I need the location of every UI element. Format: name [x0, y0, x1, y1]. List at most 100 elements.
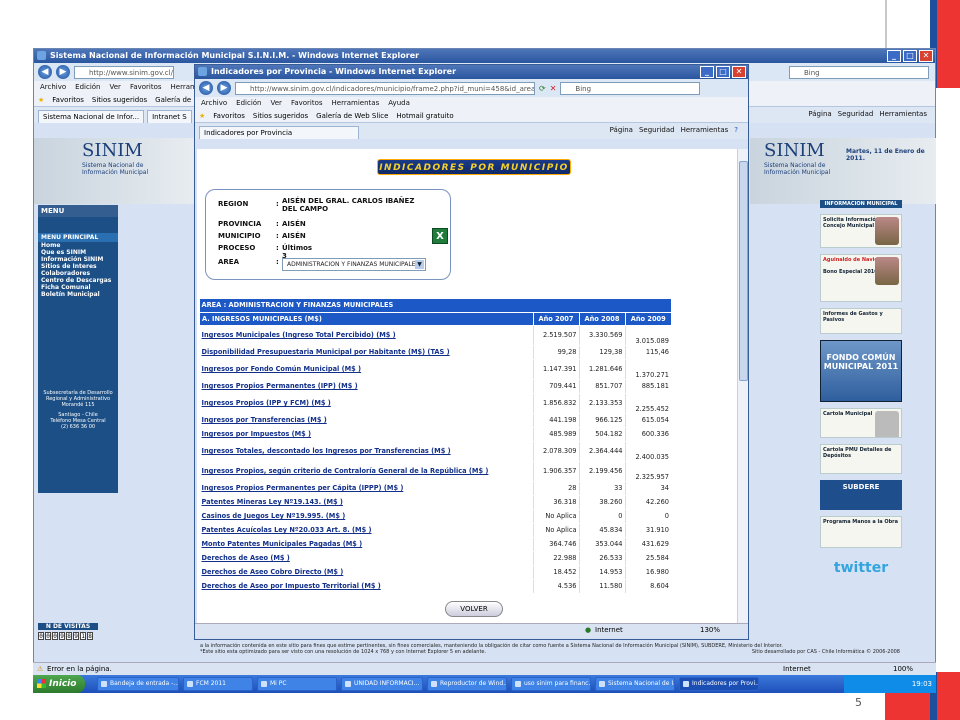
menu-edicion[interactable]: Edición [75, 83, 100, 91]
popup-menu-ver[interactable]: Ver [271, 99, 282, 107]
volver-button[interactable]: VOLVER [445, 601, 503, 617]
area-select[interactable]: ADMINISTRACION Y FINANZAS MUNICIPALES ▼ [282, 258, 426, 271]
table-header-indicator: A. INGRESOS MUNICIPALES (M$) [199, 312, 533, 326]
indicator-link[interactable]: Ingresos Totales, descontado los Ingreso… [199, 441, 533, 462]
outer-zoom[interactable]: 100% [893, 665, 913, 673]
cartola-pmu-banner[interactable]: Cartola PMU Detalles de Depósitos [820, 444, 902, 474]
help-icon[interactable]: ? [734, 126, 738, 134]
concejo-banner[interactable]: Solicita Información Concejo Municipal [820, 214, 902, 248]
indicator-link[interactable]: Ingresos Propios Permanentes per Cápita … [199, 481, 533, 496]
menu-item-informacion[interactable]: Información SINIM [38, 256, 118, 263]
popup-menu-edicion[interactable]: Edición [236, 99, 261, 107]
popup-address-bar[interactable]: http://www.sinim.gov.cl/indicadores/muni… [235, 81, 535, 95]
menu-item-boletin[interactable]: Boletín Municipal [38, 291, 118, 298]
manos-obra-banner[interactable]: Programa Manos a la Obra [820, 516, 902, 548]
table-row: Derechos de Aseo Cobro Directo (M$ ) 18.4… [199, 565, 671, 580]
menu-archivo[interactable]: Archivo [40, 83, 66, 91]
popup-fav-gallery[interactable]: Galería de Web Slice [316, 112, 388, 120]
popup-menu-ayuda[interactable]: Ayuda [388, 99, 410, 107]
cartola-banner[interactable]: Cartola Municipal [820, 408, 902, 438]
popup-back-icon[interactable]: ◀ [199, 81, 213, 95]
taskbar-item[interactable]: UNIDAD INFORMACI... [341, 677, 423, 691]
excel-export-icon[interactable]: X [432, 228, 448, 244]
close-button[interactable]: ✕ [919, 50, 933, 62]
indicator-link[interactable]: Derechos de Aseo (M$ ) [199, 551, 533, 566]
indicator-link[interactable]: Ingresos por Impuestos (M$ ) [199, 427, 533, 442]
refresh-icon[interactable]: ⟳ [539, 84, 546, 93]
tools-menu[interactable]: Herramientas [879, 110, 927, 118]
popup-favorites-button[interactable]: Favoritos [213, 112, 245, 120]
menu-item-sitios[interactable]: Sitios de Interes [38, 263, 118, 270]
indicator-link[interactable]: Disponibilidad Presupuestaria Municipal … [199, 345, 533, 360]
menu-item-que-es[interactable]: Que es SINIM [38, 249, 118, 256]
star-icon: ★ [38, 95, 45, 104]
indicator-link[interactable]: Patentes Acuícolas Ley Nº20.033 Art. 8. … [199, 523, 533, 538]
indicator-link[interactable]: Monto Patentes Municipales Pagadas (M$ ) [199, 537, 533, 552]
indicator-link[interactable]: Ingresos Propios, según criterio de Cont… [199, 461, 533, 482]
popup-menu-herramientas[interactable]: Herramientas [332, 99, 380, 107]
popup-tools-menu[interactable]: Herramientas [681, 126, 729, 134]
page-menu[interactable]: Página [808, 110, 831, 118]
indicator-link[interactable]: Ingresos Propios (IPP y FCM) (M$ ) [199, 393, 533, 414]
indicator-link[interactable]: Ingresos por Transferencias (M$ ) [199, 413, 533, 428]
outer-tab-sinim[interactable]: Sistema Nacional de Infor... [38, 110, 145, 123]
menu-item-ficha[interactable]: Ficha Comunal [38, 284, 118, 291]
fav-gallery[interactable]: Galería de [155, 96, 191, 104]
popup-fav-suggested[interactable]: Sitios sugeridos [253, 112, 308, 120]
maximize-button[interactable]: □ [903, 50, 917, 62]
fondo-comun-banner[interactable]: FONDO COMÚN MUNICIPAL 2011 [820, 340, 902, 402]
popup-zoom[interactable]: 130% [700, 626, 720, 634]
stop-icon[interactable]: ✕ [550, 84, 557, 93]
popup-menu-favoritos[interactable]: Favoritos [291, 99, 323, 107]
twitter-logo[interactable]: twitter [820, 560, 902, 576]
menu-item-colaboradores[interactable]: Colaboradores [38, 270, 118, 277]
taskbar-item[interactable]: uso sinim para financ... [511, 677, 591, 691]
start-button[interactable]: Inicio [33, 675, 85, 693]
back-icon[interactable]: ◀ [38, 65, 52, 79]
outer-tab-intranet[interactable]: Intranet S [147, 110, 192, 123]
indicator-link[interactable]: Ingresos por Fondo Común Municipal (M$ ) [199, 359, 533, 380]
informes-banner[interactable]: Informes de Gastos y Pasivos [820, 308, 902, 334]
indicator-link[interactable]: Derechos de Aseo Cobro Directo (M$ ) [199, 565, 533, 580]
popup-tab[interactable]: Indicadores por Provincia [199, 126, 359, 139]
taskbar-item[interactable]: FCM 2011 [183, 677, 253, 691]
minimize-button[interactable]: _ [887, 50, 901, 62]
menu-ver[interactable]: Ver [110, 83, 121, 91]
popup-security-menu[interactable]: Seguridad [639, 126, 675, 134]
taskbar-item[interactable]: Reproductor de Wind... [427, 677, 507, 691]
scroll-thumb[interactable] [739, 161, 748, 381]
indicator-link[interactable]: Ingresos Propios Permanentes (IPP) (M$ ) [199, 379, 533, 394]
outer-address-bar[interactable]: http://www.sinim.gov.cl/ [74, 65, 174, 79]
subdere-banner[interactable]: SUBDERE [820, 480, 902, 510]
aguinaldo-banner[interactable]: Aguinaldo de Navidad Bono Especial 2010 [820, 254, 902, 302]
indicator-link[interactable]: Derechos de Aseo por Impuesto Territoria… [199, 579, 533, 594]
taskbar-item[interactable]: Bandeja de entrada -... [97, 677, 179, 691]
info-value-region: AISÉN DEL GRAL. CARLOS IBAÑEZ DEL CAMPO [282, 197, 415, 213]
ie-icon [37, 51, 46, 60]
menu-favoritos[interactable]: Favoritos [130, 83, 162, 91]
indicator-value: 4.536 [532, 579, 579, 594]
indicator-link[interactable]: Casinos de Juegos Ley Nº19.995. (M$ ) [199, 509, 533, 524]
fav-suggested[interactable]: Sitios sugeridos [92, 96, 147, 104]
security-menu[interactable]: Seguridad [838, 110, 874, 118]
outer-search-box[interactable]: Bing [789, 65, 929, 79]
indicator-link[interactable]: Patentes Mineras Ley Nº19.143. (M$ ) [199, 495, 533, 510]
favorites-button[interactable]: Favoritos [52, 96, 84, 104]
popup-forward-icon[interactable]: ▶ [217, 81, 231, 95]
taskbar-item[interactable]: Sistema Nacional de I... [595, 677, 675, 691]
popup-page-menu[interactable]: Página [610, 126, 633, 134]
taskbar-item[interactable]: Mi PC [257, 677, 337, 691]
popup-scrollbar[interactable] [737, 149, 748, 623]
menu-item-home[interactable]: Home [38, 242, 118, 249]
menu-item-descargas[interactable]: Centro de Descargas [38, 277, 118, 284]
popup-search-box[interactable]: Bing [560, 81, 701, 95]
popup-fav-hotmail[interactable]: Hotmail gratuito [396, 112, 453, 120]
forward-icon[interactable]: ▶ [56, 65, 70, 79]
taskbar-item-active[interactable]: Indicadores por Provi... [679, 677, 759, 691]
clock[interactable]: 19:03 [912, 680, 932, 688]
popup-minimize-button[interactable]: _ [700, 66, 714, 78]
popup-menu-archivo[interactable]: Archivo [201, 99, 227, 107]
popup-close-button[interactable]: ✕ [732, 66, 746, 78]
popup-maximize-button[interactable]: □ [716, 66, 730, 78]
indicator-link[interactable]: Ingresos Municipales (Ingreso Total Perc… [199, 325, 533, 346]
